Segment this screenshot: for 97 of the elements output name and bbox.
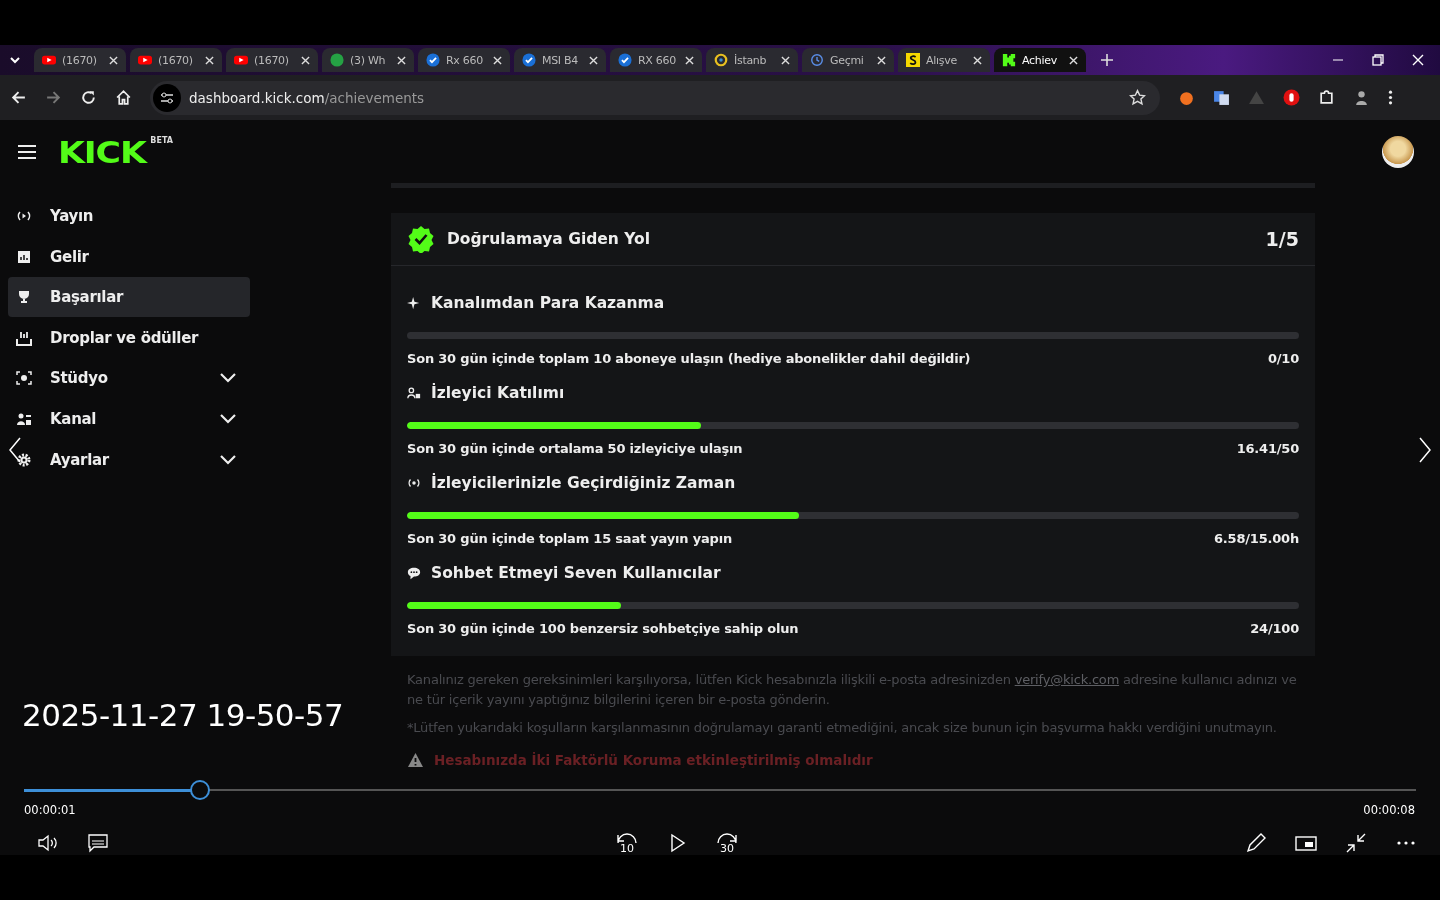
check-icon xyxy=(618,53,632,67)
chevron-down-icon xyxy=(220,373,236,384)
elapsed-time: 00:00:01 xyxy=(24,803,76,817)
pencil-icon[interactable] xyxy=(1244,831,1268,855)
duration-time: 00:00:08 xyxy=(1363,803,1415,817)
exit-fullscreen-icon[interactable] xyxy=(1344,831,1368,855)
play-icon xyxy=(234,53,248,67)
goal-title: Sohbet Etmeyi Seven Kullanıcılar xyxy=(431,564,721,582)
skip-forward-button[interactable]: 30 xyxy=(715,832,739,854)
close-tab-icon[interactable] xyxy=(877,55,886,65)
play-icon xyxy=(138,53,152,67)
extension-icon[interactable] xyxy=(1178,89,1195,106)
chevron-down-icon xyxy=(220,454,236,465)
goal-value: 0/10 xyxy=(1267,351,1299,366)
subtitles-icon[interactable] xyxy=(86,831,110,855)
kick-favicon-icon xyxy=(1002,53,1016,67)
browser-tab[interactable]: Achiev xyxy=(994,48,1086,72)
warning-icon xyxy=(407,752,424,768)
address-bar[interactable]: dashboard.kick.com/achievements xyxy=(150,80,1160,115)
browser-tab[interactable]: (1670) xyxy=(130,48,222,72)
trophy-icon xyxy=(16,289,32,306)
url-text: dashboard.kick.com/achievements xyxy=(189,89,425,106)
reload-icon[interactable] xyxy=(80,89,97,106)
avatar[interactable] xyxy=(1382,136,1414,168)
chart-icon xyxy=(16,248,32,265)
home-icon[interactable] xyxy=(115,89,132,106)
restore-icon[interactable] xyxy=(1372,54,1384,66)
goal-title: İzleyicilerinizle Geçirdiğiniz Zaman xyxy=(431,474,736,492)
goal-value: 24/100 xyxy=(1250,621,1299,636)
users-icon xyxy=(407,386,421,400)
close-tab-icon[interactable] xyxy=(205,55,214,65)
ring-icon xyxy=(714,53,728,67)
play-icon xyxy=(42,53,56,67)
back-icon[interactable] xyxy=(10,89,27,106)
disclaimer-text: *Lütfen yukarıdaki koşulların karşılanmasının doğrulamayı garanti etmediğini, ancak size bunun için başvurma hakkı verdiğini unutmayın. xyxy=(407,719,1278,737)
progress-count: 1/5 xyxy=(1265,228,1299,250)
goal-value: 16.41/50 xyxy=(1236,441,1299,456)
more-icon[interactable] xyxy=(1388,89,1393,106)
close-tab-icon[interactable] xyxy=(493,55,502,65)
verification-note: Kanalınız gereken gereksinimleri karşılıyorsa, lütfen Kick hesabınızla ilişkili e-posta adresinizden verify@kick.com adresine kullanıcı adınızı ve ne tür içerik yayını yaptığınız bilgilerini içeren bir e-posta gönderin. xyxy=(407,671,1298,709)
bookmark-star-icon[interactable] xyxy=(1129,89,1146,106)
profile-icon[interactable] xyxy=(1353,89,1370,106)
close-icon[interactable] xyxy=(1412,54,1424,66)
browser-tab[interactable]: (1670) xyxy=(226,48,318,72)
browser-tab[interactable]: (1670) xyxy=(34,48,126,72)
card-title: Doğrulamaya Giden Yol xyxy=(447,230,651,248)
close-tab-icon[interactable] xyxy=(781,55,790,65)
nav-item[interactable]: Yayın xyxy=(8,196,250,236)
browser-tab[interactable]: MSI B4 xyxy=(514,48,606,72)
nav-item[interactable]: Kanal xyxy=(8,398,250,439)
video-title: 2025-11-27 19-50-57 xyxy=(22,697,344,733)
goal-description: Son 30 gün içinde ortalama 50 izleyiciye ulaşın xyxy=(407,441,743,456)
gift-box-icon xyxy=(16,329,32,346)
goal-title: Kanalımdan Para Kazanma xyxy=(431,294,665,312)
goal-description: Son 30 gün içinde toplam 15 saat yayın yapın xyxy=(407,531,732,546)
chevron-down-icon xyxy=(220,413,236,424)
close-tab-icon[interactable] xyxy=(397,55,406,65)
check-icon xyxy=(522,53,536,67)
translate-icon[interactable] xyxy=(1213,89,1230,106)
focus-icon xyxy=(16,370,32,387)
warning-text: Hesabınızda İki Faktörlü Koruma etkinleştirilmiş olmalıdır xyxy=(434,752,873,768)
nav-item[interactable]: Droplar ve ödüller xyxy=(8,317,250,358)
settings-icon xyxy=(16,451,32,468)
nav-item[interactable]: Gelir xyxy=(8,236,250,277)
new-tab-icon[interactable] xyxy=(1100,53,1114,67)
menu-icon[interactable] xyxy=(18,145,36,159)
nav-item[interactable]: Ayarlar xyxy=(8,439,250,480)
browser-tab[interactable]: İstanb xyxy=(706,48,798,72)
beta-label: BETA xyxy=(150,136,173,145)
nav-item[interactable]: Stüdyo xyxy=(8,358,250,399)
puzzle-icon[interactable] xyxy=(1318,89,1335,106)
site-settings-icon[interactable] xyxy=(153,83,181,112)
close-tab-icon[interactable] xyxy=(109,55,118,65)
goal-title: İzleyici Katılımı xyxy=(431,384,565,402)
verified-badge-icon xyxy=(407,225,435,253)
kick-logo[interactable]: KICK xyxy=(58,134,146,170)
close-tab-icon[interactable] xyxy=(1069,55,1078,65)
seek-thumb[interactable] xyxy=(190,780,210,800)
skip-back-button[interactable]: 10 xyxy=(615,832,639,854)
browser-tab[interactable]: RX 660 xyxy=(610,48,702,72)
browser-tab[interactable]: (3) Wh xyxy=(322,48,414,72)
goal-description: Son 30 gün içinde 100 benzersiz sohbetçiye sahip olun xyxy=(407,621,799,636)
close-tab-icon[interactable] xyxy=(685,55,694,65)
stop-hand-icon[interactable] xyxy=(1283,89,1300,106)
forward-icon[interactable] xyxy=(45,89,62,106)
close-tab-icon[interactable] xyxy=(973,55,982,65)
browser-tab[interactable]: Geçmi xyxy=(802,48,894,72)
close-tab-icon[interactable] xyxy=(301,55,310,65)
clock-icon xyxy=(810,53,824,67)
browser-tab[interactable]: Alışve xyxy=(898,48,990,72)
goal-description: Son 30 gün içinde toplam 10 aboneye ulaşın (hediye abonelikler dahil değildir) xyxy=(407,351,971,366)
goal-value: 6.58/15.00h xyxy=(1214,531,1299,546)
close-tab-icon[interactable] xyxy=(589,55,598,65)
check-icon xyxy=(426,53,440,67)
nav-item[interactable]: Başarılar xyxy=(8,277,250,318)
square-letter-icon xyxy=(906,53,920,67)
browser-tab[interactable]: Rx 660 xyxy=(418,48,510,72)
